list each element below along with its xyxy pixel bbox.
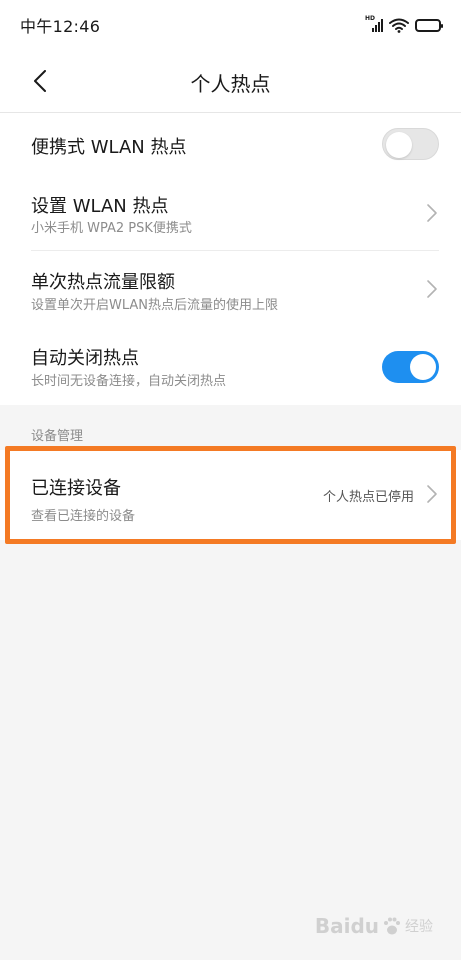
status-bar: 中午12:46 HD <box>0 0 461 50</box>
chevron-right-icon <box>427 280 437 298</box>
data-limit-subtitle: 设置单次开启WLAN热点后流量的使用上限 <box>31 298 279 313</box>
portable-hotspot-title: 便携式 WLAN 热点 <box>31 137 187 158</box>
setup-hotspot-title: 设置 WLAN 热点 <box>31 196 169 217</box>
wifi-icon <box>389 18 409 33</box>
auto-off-row[interactable]: 自动关闭热点 长时间无设备连接，自动关闭热点 <box>0 327 461 405</box>
portable-hotspot-row[interactable]: 便携式 WLAN 热点 <box>0 113 461 175</box>
watermark-text: Baidu <box>314 914 379 938</box>
data-limit-title: 单次热点流量限额 <box>31 272 175 293</box>
auto-off-toggle[interactable] <box>382 351 439 383</box>
watermark-subtext: 经验 <box>405 919 433 935</box>
chevron-right-icon <box>427 204 437 222</box>
setup-hotspot-subtitle: 小米手机 WPA2 PSK便携式 <box>31 221 192 236</box>
page-title: 个人热点 <box>190 72 271 96</box>
portable-hotspot-toggle[interactable] <box>382 128 439 160</box>
auto-off-title: 自动关闭热点 <box>31 348 139 369</box>
title-bar: 个人热点 <box>0 50 461 112</box>
data-limit-row[interactable]: 单次热点流量限额 设置单次开启WLAN热点后流量的使用上限 <box>0 251 461 327</box>
watermark: Baidu 经验 <box>315 914 433 938</box>
setup-hotspot-row[interactable]: 设置 WLAN 热点 小米手机 WPA2 PSK便携式 <box>0 175 461 251</box>
section-label: 设备管理 <box>31 429 84 444</box>
auto-off-subtitle: 长时间无设备连接，自动关闭热点 <box>31 374 227 389</box>
status-icons: HD <box>365 15 443 33</box>
highlight-box <box>5 446 456 544</box>
signal-icon: HD <box>365 15 383 32</box>
status-time: 中午12:46 <box>20 17 101 36</box>
battery-icon <box>415 18 443 32</box>
paw-icon <box>384 917 400 935</box>
